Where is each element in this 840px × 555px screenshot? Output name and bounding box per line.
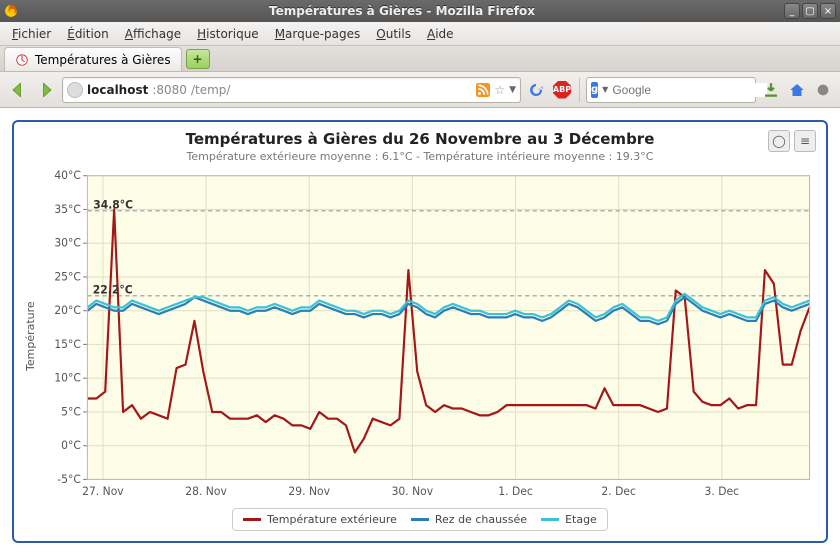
svg-text:29. Nov: 29. Nov xyxy=(288,485,330,498)
page-content: ◯ ≡ Températures à Gières du 26 Novembre… xyxy=(0,108,840,555)
legend-item[interactable]: Etage xyxy=(541,513,597,526)
tab-active[interactable]: Températures à Gières xyxy=(4,47,182,71)
svg-text:40°C: 40°C xyxy=(54,169,81,182)
chart-title: Températures à Gières du 26 Novembre au … xyxy=(24,130,816,148)
svg-text:30. Nov: 30. Nov xyxy=(392,485,434,498)
window-titlebar: Températures à Gières - Mozilla Firefox … xyxy=(0,0,840,22)
menu-historique[interactable]: Historique xyxy=(191,25,265,43)
bookmark-star-icon[interactable]: ☆ xyxy=(494,83,505,97)
svg-text:22.2°C: 22.2°C xyxy=(93,283,133,296)
legend-item[interactable]: Température extérieure xyxy=(243,513,397,526)
svg-text:27. Nov: 27. Nov xyxy=(82,485,124,498)
adblock-button[interactable]: ABP xyxy=(551,79,573,101)
menu-affichage[interactable]: Affichage xyxy=(119,25,187,43)
toolbar: localhost :8080/temp/ ☆ ▼ ABP g ▼ xyxy=(0,72,840,108)
window-maximize-button[interactable]: ▢ xyxy=(802,3,818,19)
forward-button[interactable] xyxy=(34,78,58,102)
menu-marque-pages[interactable]: Marque-pages xyxy=(269,25,367,43)
svg-text:5°C: 5°C xyxy=(61,405,81,418)
svg-text:3. Dec: 3. Dec xyxy=(705,485,740,498)
url-port: :8080 xyxy=(152,83,187,97)
url-bar[interactable]: localhost :8080/temp/ ☆ ▼ xyxy=(62,77,521,103)
search-input[interactable] xyxy=(612,83,767,97)
svg-text:25°C: 25°C xyxy=(54,270,81,283)
tabbar: Températures à Gières + xyxy=(0,46,840,72)
svg-text:1. Dec: 1. Dec xyxy=(498,485,533,498)
svg-text:34.8°C: 34.8°C xyxy=(93,198,133,211)
reload-button[interactable] xyxy=(525,79,547,101)
tab-label: Températures à Gières xyxy=(35,53,171,67)
home-button[interactable] xyxy=(786,79,808,101)
menu-outils[interactable]: Outils xyxy=(370,25,417,43)
url-host: localhost xyxy=(87,83,148,97)
chart-legend: Température extérieure Rez de chaussée Eta… xyxy=(24,508,816,531)
menu-fichier[interactable]: Fichier xyxy=(6,25,57,43)
feed-icon[interactable] xyxy=(476,83,490,97)
search-engine-dropdown-icon[interactable]: ▼ xyxy=(602,85,608,94)
window-minimize-button[interactable]: _ xyxy=(784,3,800,19)
menu-aide[interactable]: Aide xyxy=(421,25,460,43)
tab-favicon-icon xyxy=(15,53,29,67)
site-identity-icon[interactable] xyxy=(67,82,83,98)
new-tab-button[interactable]: + xyxy=(186,49,210,69)
window-close-button[interactable]: × xyxy=(820,3,836,19)
addon-button[interactable] xyxy=(812,79,834,101)
search-bar[interactable]: g ▼ xyxy=(586,77,756,103)
search-engine-icon[interactable]: g xyxy=(591,82,598,98)
chart-y-axis-label: Température xyxy=(24,169,40,504)
chart-subtitle: Température extérieure moyenne : 6.1°C -… xyxy=(24,150,816,163)
svg-text:0°C: 0°C xyxy=(61,439,81,452)
svg-text:35°C: 35°C xyxy=(54,203,81,216)
url-path: /temp/ xyxy=(191,83,230,97)
chart-plot[interactable]: -5°C 0°C 5°C 10°C 15°C 20°C 25°C 30°C 35°C 40°C 27… xyxy=(40,169,816,504)
url-dropdown-icon[interactable]: ▼ xyxy=(509,85,516,95)
legend-item[interactable]: Rez de chaussée xyxy=(411,513,527,526)
back-button[interactable] xyxy=(6,78,30,102)
toolbar-separator xyxy=(579,78,580,102)
menubar: Fichier Édition Affichage Historique Mar… xyxy=(0,22,840,46)
svg-text:15°C: 15°C xyxy=(54,338,81,351)
svg-text:10°C: 10°C xyxy=(54,371,81,384)
downloads-button[interactable] xyxy=(760,79,782,101)
window-title: Températures à Gières - Mozilla Firefox xyxy=(22,4,782,18)
menu-edition[interactable]: Édition xyxy=(61,25,115,43)
svg-text:-5°C: -5°C xyxy=(57,473,81,486)
firefox-icon xyxy=(4,4,18,18)
chart-frame: ◯ ≡ Températures à Gières du 26 Novembre… xyxy=(12,120,828,543)
chart-legend-inner: Température extérieure Rez de chaussée Eta… xyxy=(232,508,608,531)
chart-toolbar: ◯ ≡ xyxy=(768,130,816,152)
chart-menu-button[interactable]: ≡ xyxy=(794,130,816,152)
svg-text:2. Dec: 2. Dec xyxy=(601,485,636,498)
svg-text:30°C: 30°C xyxy=(54,236,81,249)
svg-text:28. Nov: 28. Nov xyxy=(185,485,227,498)
svg-text:20°C: 20°C xyxy=(54,304,81,317)
chart-zoom-button[interactable]: ◯ xyxy=(768,130,790,152)
